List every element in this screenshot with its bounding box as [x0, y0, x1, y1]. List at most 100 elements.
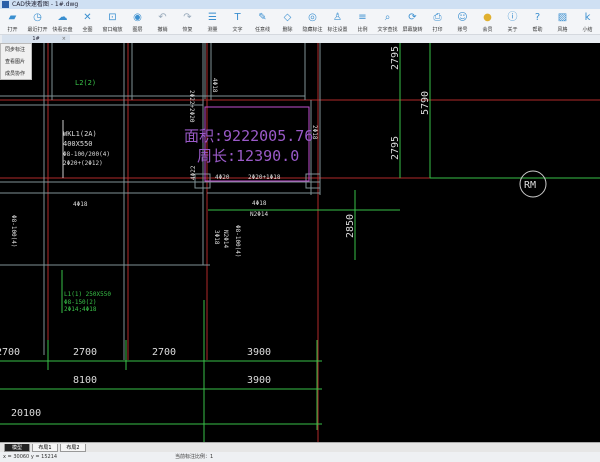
toolbar-button-text-search[interactable]: ⌕ 文字查找 [375, 9, 400, 34]
text-icon: T [234, 12, 241, 23]
toolbar-button-fit-all[interactable]: ✕ 全图 [75, 9, 100, 34]
help-icon: ? [534, 12, 541, 23]
dimension-text: 2700 [152, 347, 176, 358]
clock-icon: ◷ [33, 12, 42, 23]
toolbar-button-user[interactable]: ☺ 账号 [450, 9, 475, 34]
layout-tabs: 模型 布局1 布局2 [0, 442, 600, 452]
sync-annotation-button[interactable]: 同步标注 [1, 44, 31, 56]
toolbar-button-label: 打印 [432, 27, 443, 33]
tab-layout1[interactable]: 布局1 [32, 444, 58, 452]
axis-label: RM [524, 180, 536, 191]
toolbar-button-label: 恢复 [182, 27, 193, 33]
toolbar-button-label: 比例 [357, 27, 368, 33]
annotation-settings-icon: ♙ [333, 12, 342, 23]
toolbar-button-label: 文字 [232, 27, 243, 33]
cloud-icon: ☁ [57, 12, 68, 23]
document-tab-bar: 1# × [0, 35, 600, 43]
info-icon: ⓘ [507, 12, 518, 23]
toolbar-button-annotation-settings[interactable]: ♙ 标注设置 [325, 9, 350, 34]
toolbar-button-label: 图层 [132, 27, 143, 33]
toolbar-button-info[interactable]: ⓘ 关于 [500, 9, 525, 34]
view-images-button[interactable]: 查看图片 [1, 56, 31, 68]
toolbar-button-label: 风格 [557, 27, 568, 33]
dimension-text: 2850 [345, 214, 356, 238]
toolbar-button-vip[interactable]: ● 会员 [475, 9, 500, 34]
toolbar-button-undo[interactable]: ↶ 撤销 [150, 9, 175, 34]
status-bar: x = 30060 y = 15214 当前标注比例：1 [0, 452, 600, 462]
eraser-icon: ◇ [283, 12, 292, 23]
window-title: CAD快速看图 - 1#.dwg [12, 1, 79, 8]
undo-icon: ↶ [158, 12, 167, 23]
drawing-text: 4Φ18 [211, 78, 218, 93]
drawing-canvas[interactable]: L2(2) WKL1(2A) 400X550 Φ8-100/200(4) 2Φ2… [0, 43, 600, 442]
toolbar-button-label: 窗口缩放 [102, 27, 123, 33]
drawing-text: 2Φ20+1Φ18 [248, 174, 281, 181]
toolbar-button-label: 会员 [482, 27, 493, 33]
dimension-text: 2795 [390, 46, 401, 70]
toolbar-button-label: 测量 [207, 27, 218, 33]
measure-icon: ☰ [208, 12, 217, 23]
pen-icon: ✎ [258, 12, 267, 23]
scale-icon: ≡ [358, 12, 367, 23]
toolbar-button-clock[interactable]: ◷ 最近打开 [25, 9, 50, 34]
coordinates-readout: x = 30060 y = 15214 [3, 454, 58, 460]
side-panel: 同步标注 查看图片 成员协作 [0, 43, 32, 80]
toolbar-button-hide-annotation[interactable]: ◎ 隐藏标注 [300, 9, 325, 34]
toolbar-button-label: 全图 [82, 27, 93, 33]
drawing-text: Φ8-100(4) [234, 225, 241, 258]
tab-model[interactable]: 模型 [4, 444, 30, 452]
toolbar-button-rotate-screen[interactable]: ⟳ 屏幕旋转 [400, 9, 425, 34]
document-tab-label: 1# [32, 36, 40, 42]
style-icon: ▨ [557, 12, 568, 23]
toolbar-button-label: 撤销 [157, 27, 168, 33]
toolbar-button-label: 任意线 [254, 27, 270, 33]
dimension-text: 2700 [73, 347, 97, 358]
user-icon: ☺ [457, 12, 468, 23]
tab-layout2[interactable]: 布局2 [60, 444, 86, 452]
toolbar-button-text[interactable]: T 文字 [225, 9, 250, 34]
toolbar-button-layers[interactable]: ◉ 图层 [125, 9, 150, 34]
print-icon: ⎙ [433, 12, 442, 23]
window-zoom-icon: ⊡ [108, 12, 117, 23]
drawing-text: N2Φ14 [222, 230, 229, 248]
toolbar-button-label: 文字查找 [377, 27, 398, 33]
fit-all-icon: ✕ [83, 12, 92, 23]
drawing-text: 2Φ22+2Φ20 [188, 90, 195, 123]
drawing-text: 3Φ18 [213, 230, 220, 245]
text-search-icon: ⌕ [384, 12, 391, 23]
perimeter-readout: 周长:12390.0 [197, 147, 299, 165]
drawing-text: 400X550 [63, 140, 93, 148]
toolbar-button-style[interactable]: ▨ 风格 [550, 9, 575, 34]
hide-annotation-icon: ◎ [308, 12, 317, 23]
toolbar-button-pen[interactable]: ✎ 任意线 [250, 9, 275, 34]
drawing-text: 4Φ20 [215, 174, 230, 181]
area-readout: 面积:9222005.76 [184, 127, 313, 145]
toolbar-button-cloud[interactable]: ☁ 快看云盘 [50, 9, 75, 34]
drawing-text: 2Φ14;4Φ18 [64, 306, 97, 313]
document-tab[interactable]: 1# × [2, 35, 70, 43]
toolbar-button-label: 删除 [282, 27, 293, 33]
toolbar-button-label: 关于 [507, 27, 518, 33]
toolbar-button-folder[interactable]: ▰ 打开 [0, 9, 25, 34]
drawing-text: 2Φ20+(2Φ12) [63, 160, 103, 167]
drawing-text: Φ8-100/200(4) [63, 151, 110, 158]
toolbar-button-label: 标注设置 [327, 27, 348, 33]
toolbar-button-help[interactable]: ? 帮助 [525, 9, 550, 34]
toolbar: ▰ 打开 ◷ 最近打开 ☁ 快看云盘 ✕ 全图 ⊡ 窗口缩放 ◉ 图层 ↶ 撤销 ↷ 恢复 ☰ 测量 T 文字 ✎ 任意线… [0, 9, 600, 35]
toolbar-button-print[interactable]: ⎙ 打印 [425, 9, 450, 34]
folder-icon: ▰ [8, 12, 17, 23]
close-tab-icon[interactable]: × [62, 35, 66, 43]
k-logo-icon: k [584, 12, 591, 23]
drawing-text: 2Φ18 [311, 125, 318, 140]
toolbar-button-scale[interactable]: ≡ 比例 [350, 9, 375, 34]
toolbar-button-window-zoom[interactable]: ⊡ 窗口缩放 [100, 9, 125, 34]
toolbar-button-k-logo[interactable]: k 小结 [575, 9, 600, 34]
drawing-text: L1(1) 250X550 [64, 291, 111, 298]
toolbar-button-eraser[interactable]: ◇ 删除 [275, 9, 300, 34]
toolbar-button-label: 账号 [457, 27, 468, 33]
drawing-text: N2Φ14 [250, 211, 268, 218]
drawing-text: 4Φ18 [73, 201, 88, 208]
collaboration-button[interactable]: 成员协作 [1, 68, 31, 80]
toolbar-button-redo[interactable]: ↷ 恢复 [175, 9, 200, 34]
toolbar-button-measure[interactable]: ☰ 测量 [200, 9, 225, 34]
